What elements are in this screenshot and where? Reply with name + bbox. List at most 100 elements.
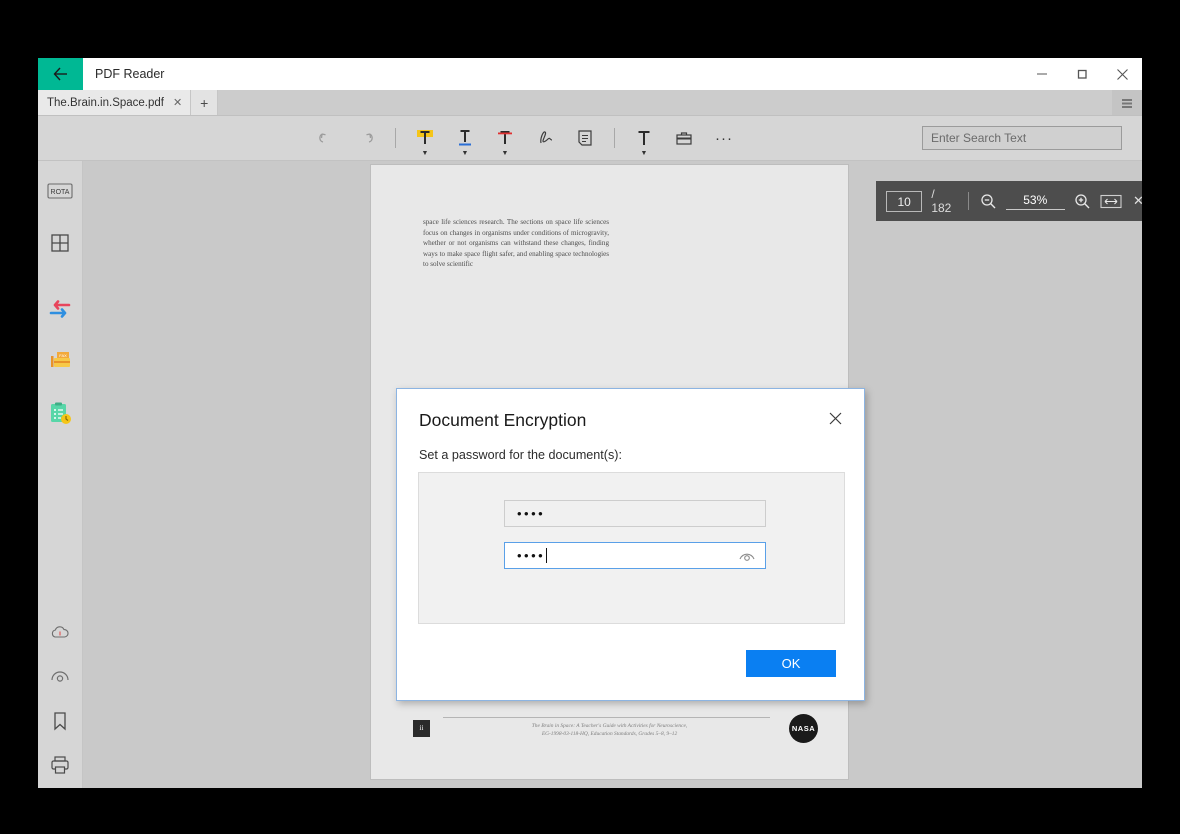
tab-document[interactable]: The.Brain.in.Space.pdf ✕ — [38, 90, 192, 115]
back-button[interactable] — [38, 58, 83, 90]
sidebar-item-view[interactable] — [38, 655, 82, 699]
tab-label: The.Brain.in.Space.pdf — [47, 96, 164, 109]
convert-arrows-icon — [49, 300, 71, 318]
zoom-in-button[interactable] — [1074, 193, 1091, 210]
underline-text-icon — [459, 130, 471, 146]
text-button[interactable]: ▼ — [624, 118, 664, 158]
nasa-logo: NASA — [789, 713, 818, 743]
briefcase-stamp-icon — [676, 132, 692, 145]
ellipsis-icon: ··· — [715, 129, 733, 147]
sidebar-bottom-group — [38, 611, 82, 787]
footer-citation-line2: EG-1998-03-118-HQ, Education Standards, … — [541, 731, 678, 737]
grid-thumbnails-icon — [51, 234, 69, 252]
footer-citation: The Brain in Space: A Teacher's Guide wi… — [430, 718, 789, 738]
text-cursor — [546, 548, 548, 563]
chevron-down-icon[interactable]: ▼ — [502, 150, 509, 157]
cloud-upload-icon — [51, 626, 69, 638]
page-navigation-bar: 10 / 182 53% ✕ — [876, 181, 1142, 221]
zoom-out-icon — [981, 193, 996, 208]
new-tab-button[interactable]: + — [191, 90, 219, 115]
page-number-input[interactable]: 10 — [886, 190, 923, 212]
text-tool-icon — [638, 131, 650, 145]
underline-button[interactable]: ▼ — [445, 118, 485, 158]
title-bar: PDF Reader — [38, 58, 1142, 90]
footer-citation-line1: The Brain in Space: A Teacher's Guide wi… — [531, 723, 688, 729]
reveal-password-button[interactable] — [738, 547, 756, 565]
password-field-panel: •••• •••• — [418, 472, 845, 624]
tab-list-button[interactable] — [1112, 90, 1142, 115]
zoom-level-input[interactable]: 53% — [1005, 193, 1065, 210]
undo-icon — [319, 133, 326, 143]
sidebar-item-cloud[interactable] — [38, 611, 82, 655]
zoom-out-button[interactable] — [980, 193, 997, 210]
zoom-in-icon — [1075, 193, 1090, 208]
sticky-note-icon — [578, 130, 592, 146]
close-icon — [829, 412, 841, 424]
close-pagenav-button[interactable]: ✕ — [1131, 193, 1142, 209]
sidebar-item-thumbnails[interactable] — [38, 221, 82, 265]
close-icon — [1116, 68, 1128, 80]
tab-strip-filler — [218, 90, 1112, 115]
printer-icon — [51, 756, 69, 774]
close-window-button[interactable] — [1102, 58, 1142, 90]
pdf-body-text: space life sciences research. The sectio… — [423, 218, 609, 269]
freehand-button[interactable] — [525, 118, 565, 158]
dialog-subtitle: Set a password for the document(s): — [419, 448, 622, 462]
rota-icon: ROTA — [47, 183, 73, 199]
dialog-close-button[interactable] — [822, 405, 848, 431]
ok-button[interactable]: OK — [746, 650, 836, 677]
fit-width-icon — [1100, 194, 1122, 208]
strikethrough-button[interactable]: ▼ — [485, 118, 525, 158]
layers-icon — [1122, 98, 1132, 108]
fit-width-button[interactable] — [1100, 193, 1122, 210]
annotation-toolbar: ▼ ▼ ▼ ▼ ··· Enter Search Text — [38, 116, 1142, 161]
pagenav-divider — [967, 192, 969, 210]
undo-button[interactable] — [306, 118, 346, 158]
total-pages-label: / 182 — [931, 187, 952, 215]
sidebar-item-fax[interactable]: FAX — [38, 339, 82, 383]
sidebar-item-rotate[interactable]: ROTA — [38, 169, 82, 213]
eye-reveal-icon — [739, 553, 755, 561]
redo-icon — [366, 133, 373, 143]
minimize-icon — [1037, 73, 1047, 75]
tab-strip: The.Brain.in.Space.pdf ✕ + — [38, 90, 1142, 116]
note-button[interactable] — [565, 118, 605, 158]
confirm-password-input[interactable]: •••• — [504, 542, 766, 569]
search-input[interactable]: Enter Search Text — [922, 126, 1122, 150]
confirm-password-masked-value: •••• — [517, 548, 546, 563]
document-canvas[interactable]: space life sciences research. The sectio… — [83, 161, 1142, 788]
chevron-down-icon[interactable]: ▼ — [422, 150, 429, 157]
strikethrough-text-icon — [498, 131, 512, 144]
bookmark-icon — [54, 712, 66, 731]
sidebar-item-tasks[interactable] — [38, 391, 82, 435]
maximize-icon — [1077, 69, 1087, 79]
password-input[interactable]: •••• — [504, 500, 766, 527]
chevron-down-icon[interactable]: ▼ — [462, 150, 469, 157]
document-encryption-dialog: Document Encryption Set a password for t… — [396, 388, 865, 701]
app-title: PDF Reader — [95, 67, 165, 81]
more-options-button[interactable]: ··· — [704, 118, 744, 158]
sidebar-item-convert[interactable] — [38, 287, 82, 331]
maximize-button[interactable] — [1062, 58, 1102, 90]
highlight-button[interactable]: ▼ — [405, 118, 445, 158]
minimize-button[interactable] — [1022, 58, 1062, 90]
sidebar-item-bookmark[interactable] — [38, 699, 82, 743]
window-controls — [1022, 58, 1142, 90]
tab-close-icon[interactable]: ✕ — [173, 96, 182, 109]
footer-page-number: ii — [413, 719, 430, 737]
toolbar-divider-1 — [395, 128, 396, 148]
redo-button[interactable] — [346, 118, 386, 158]
svg-text:FAX: FAX — [59, 353, 67, 358]
fax-machine-icon: FAX — [51, 352, 70, 367]
pdf-reader-window: PDF Reader The.Brain.in.Space.pdf ✕ + ▼ … — [38, 58, 1142, 788]
pdf-page-footer: ii The Brain in Space: A Teacher's Guide… — [413, 713, 818, 743]
password-masked-value: •••• — [517, 506, 546, 521]
svg-text:ROTA: ROTA — [51, 189, 70, 196]
sidebar-item-print[interactable] — [38, 743, 82, 787]
chevron-down-icon[interactable]: ▼ — [641, 150, 648, 157]
pen-squiggle-icon — [540, 131, 553, 144]
stamp-button[interactable] — [664, 118, 704, 158]
eye-view-icon — [51, 671, 69, 682]
main-body: ROTA FAX space life sciences research. T… — [38, 161, 1142, 788]
back-arrow-icon — [53, 67, 67, 81]
